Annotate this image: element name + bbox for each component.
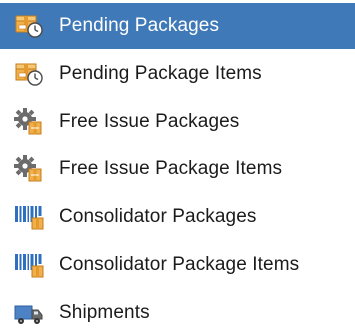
nav-item-label: Free Issue Package Items	[59, 158, 283, 179]
package-clock-icon	[13, 11, 45, 41]
nav-item-label: Shipments	[59, 302, 150, 323]
nav-item-consolidator-package-items[interactable]: Consolidator Package Items	[0, 243, 355, 287]
truck-icon	[13, 298, 45, 328]
gear-package-icon	[13, 154, 45, 184]
barcode-package-icon	[13, 250, 45, 280]
gear-package-icon	[13, 107, 45, 137]
nav-item-shipments[interactable]: Shipments	[0, 291, 355, 329]
nav-item-pending-packages[interactable]: Pending Packages	[0, 3, 355, 49]
nav-item-label: Consolidator Packages	[59, 206, 257, 227]
nav-item-free-issue-package-items[interactable]: Free Issue Package Items	[0, 147, 355, 191]
package-nav-list: Pending Packages Pending Package Items F…	[0, 0, 355, 329]
package-clock-icon	[13, 59, 45, 89]
nav-item-pending-package-items[interactable]: Pending Package Items	[0, 52, 355, 96]
nav-item-label: Pending Package Items	[59, 63, 262, 84]
nav-item-consolidator-packages[interactable]: Consolidator Packages	[0, 195, 355, 239]
nav-item-label: Consolidator Package Items	[59, 254, 300, 275]
barcode-package-icon	[13, 202, 45, 232]
nav-item-free-issue-packages[interactable]: Free Issue Packages	[0, 100, 355, 144]
nav-item-label: Free Issue Packages	[59, 111, 240, 132]
nav-item-label: Pending Packages	[59, 15, 220, 36]
